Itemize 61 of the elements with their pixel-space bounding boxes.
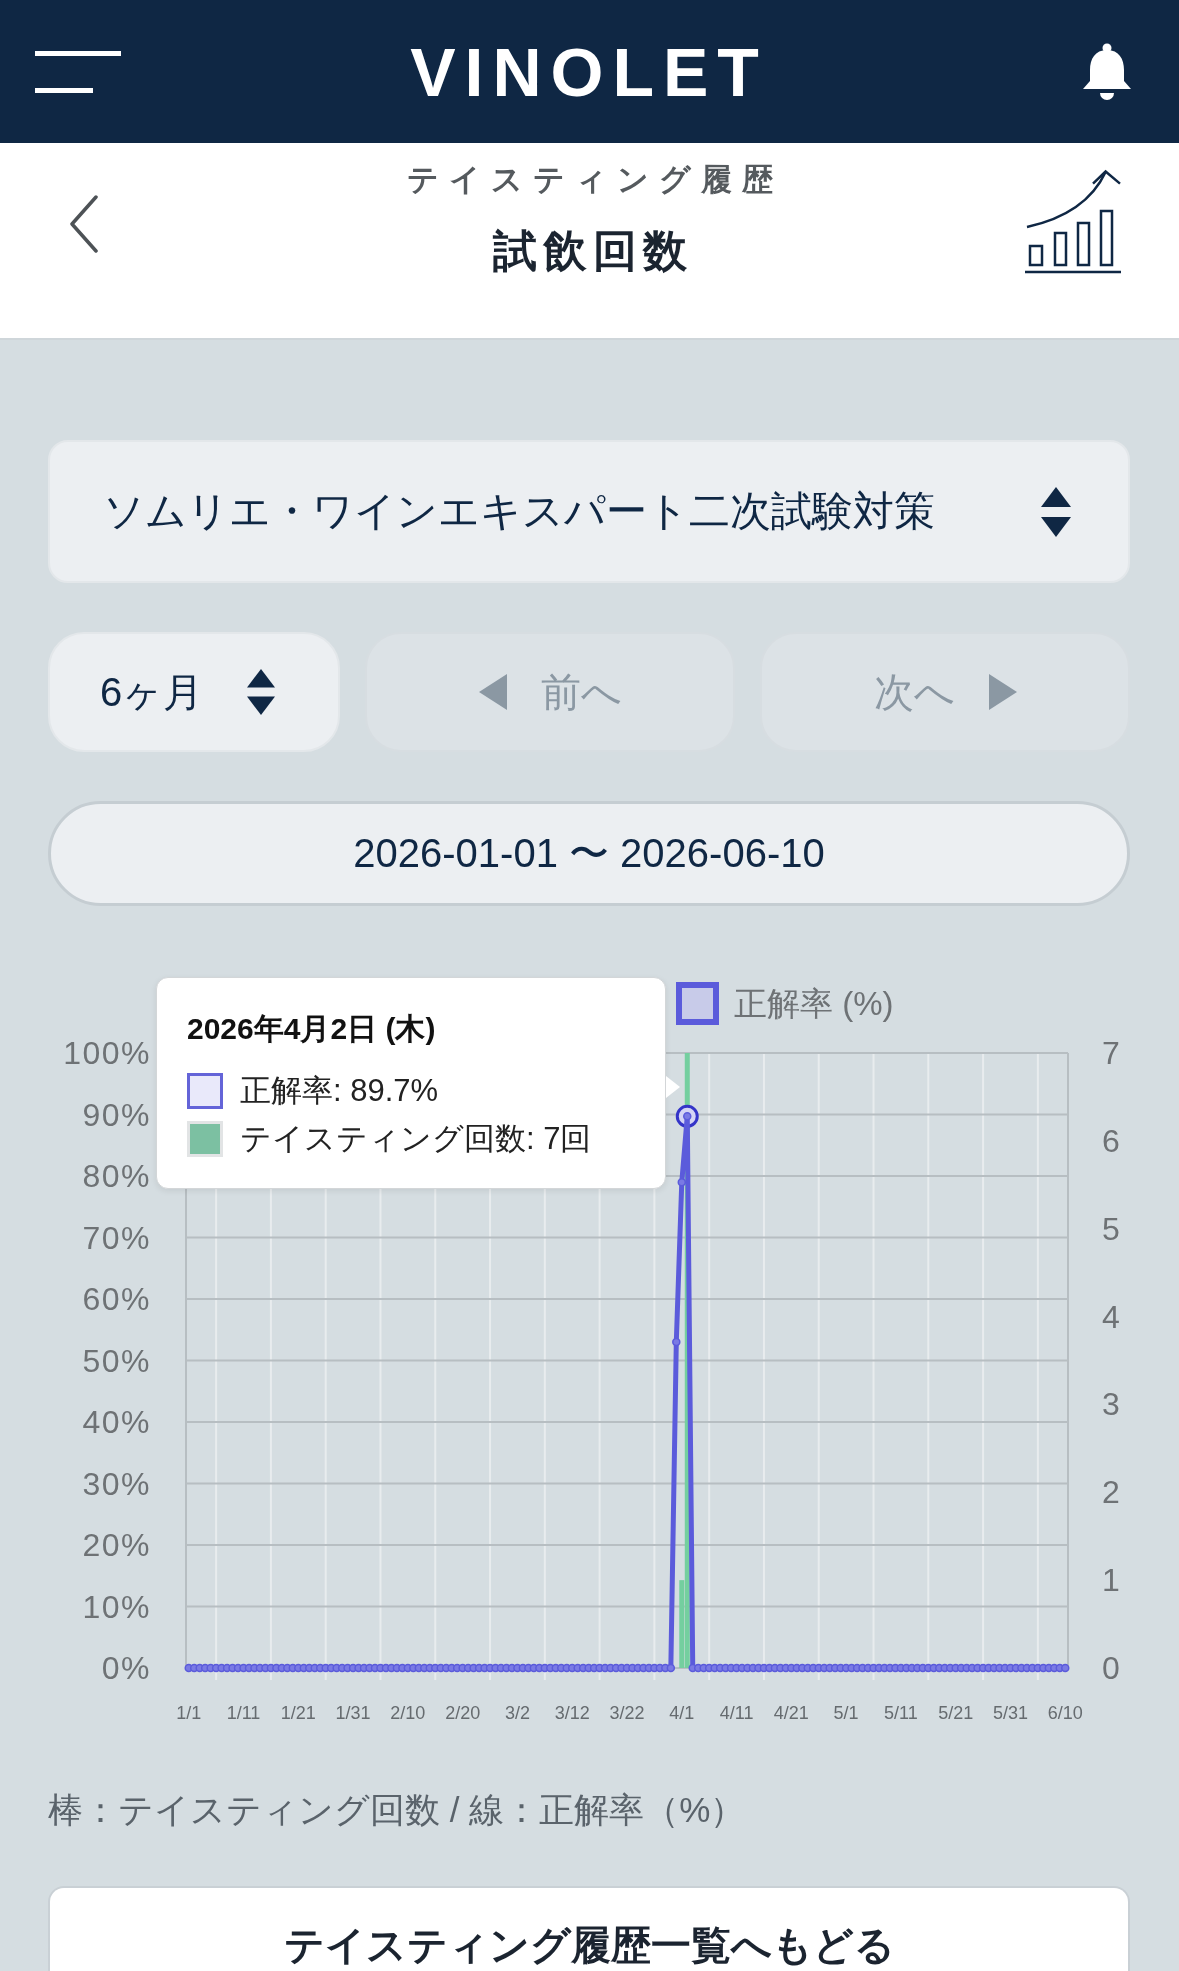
data-point [666, 1663, 676, 1673]
x-axis-label: 2/20 [445, 1703, 481, 1723]
y-axis-label: 40% [82, 1404, 151, 1440]
data-point [677, 1177, 687, 1187]
legend-label: 正解率 (%) [734, 984, 894, 1022]
tooltip-text: テイスティング回数: 7回 [240, 1120, 592, 1158]
y2-axis-label: 0 [1102, 1650, 1120, 1686]
x-axis-label: 1/31 [335, 1703, 371, 1723]
back-to-list-button[interactable]: テイスティング履歴一覧へもどる [48, 1886, 1130, 1971]
up-down-caret-icon [1041, 486, 1071, 537]
y2-axis-label: 1 [1102, 1562, 1120, 1599]
triangle-right-icon [988, 674, 1017, 710]
y-axis-label: 100% [63, 1035, 151, 1071]
period-select[interactable]: 6ヶ月 [48, 632, 340, 752]
page-title: 試飲回数 [492, 225, 693, 277]
x-axis-label: 4/11 [719, 1703, 754, 1723]
data-point [683, 1112, 692, 1121]
section-title: テイスティング履歴 [406, 162, 783, 198]
y-axis-label: 80% [82, 1158, 151, 1194]
x-axis-label: 1/1 [176, 1703, 202, 1723]
logo-text: VINOLET [410, 37, 768, 106]
up-down-caret-icon [247, 669, 276, 715]
course-select[interactable]: ソムリエ・ワインエキスパート二次試験対策 [48, 440, 1130, 583]
tooltip-title: 2026年4月2日 (木) [187, 1011, 436, 1047]
x-axis-label: 4/1 [669, 1703, 695, 1723]
y-axis-label: 90% [82, 1096, 151, 1133]
x-axis-label: 6/10 [1047, 1703, 1083, 1723]
x-axis-label: 3/22 [609, 1703, 645, 1723]
y-axis-label: 10% [82, 1588, 151, 1625]
y-axis-label: 60% [82, 1281, 151, 1317]
x-axis-label: 5/11 [884, 1703, 918, 1723]
chart-caption: 棒：テイスティング回数 / 線：正解率（%） [48, 1789, 746, 1831]
y-axis-label: 50% [82, 1342, 151, 1379]
bar-chart-arrow-icon[interactable] [1024, 168, 1122, 276]
x-axis-label: 5/21 [938, 1703, 974, 1723]
date-range-button[interactable]: 2026-01-01 〜 2026-06-10 [48, 801, 1130, 906]
x-axis-label: 5/1 [833, 1703, 859, 1723]
x-axis-label: 3/12 [554, 1703, 590, 1723]
y-axis-label: 70% [82, 1219, 151, 1256]
x-axis-label: 1/21 [280, 1703, 316, 1723]
tooltip-text: 正解率: 89.7% [240, 1072, 439, 1110]
triangle-left-icon [478, 674, 507, 710]
x-axis-label: 2/10 [390, 1703, 426, 1723]
data-point [1061, 1663, 1070, 1673]
chevron-left-icon[interactable] [69, 195, 99, 253]
y-axis-label: 30% [82, 1465, 151, 1502]
x-axis-label: 3/2 [504, 1703, 530, 1723]
y2-axis-label: 7 [1102, 1035, 1120, 1071]
y2-axis-label: 4 [1102, 1298, 1120, 1335]
data-point [672, 1337, 681, 1347]
menu-icon[interactable] [35, 50, 121, 93]
y2-axis-label: 5 [1102, 1210, 1120, 1247]
y2-axis-label: 6 [1102, 1122, 1120, 1159]
x-axis-label: 5/31 [992, 1703, 1028, 1723]
bell-icon[interactable] [1080, 42, 1134, 101]
y2-axis-label: 2 [1102, 1474, 1120, 1511]
y-axis-label: 0% [101, 1650, 151, 1686]
x-axis-label: 1/11 [226, 1703, 261, 1723]
x-axis-label: 4/21 [773, 1703, 809, 1723]
y2-axis-label: 3 [1102, 1386, 1120, 1423]
y-axis-label: 20% [82, 1527, 151, 1563]
